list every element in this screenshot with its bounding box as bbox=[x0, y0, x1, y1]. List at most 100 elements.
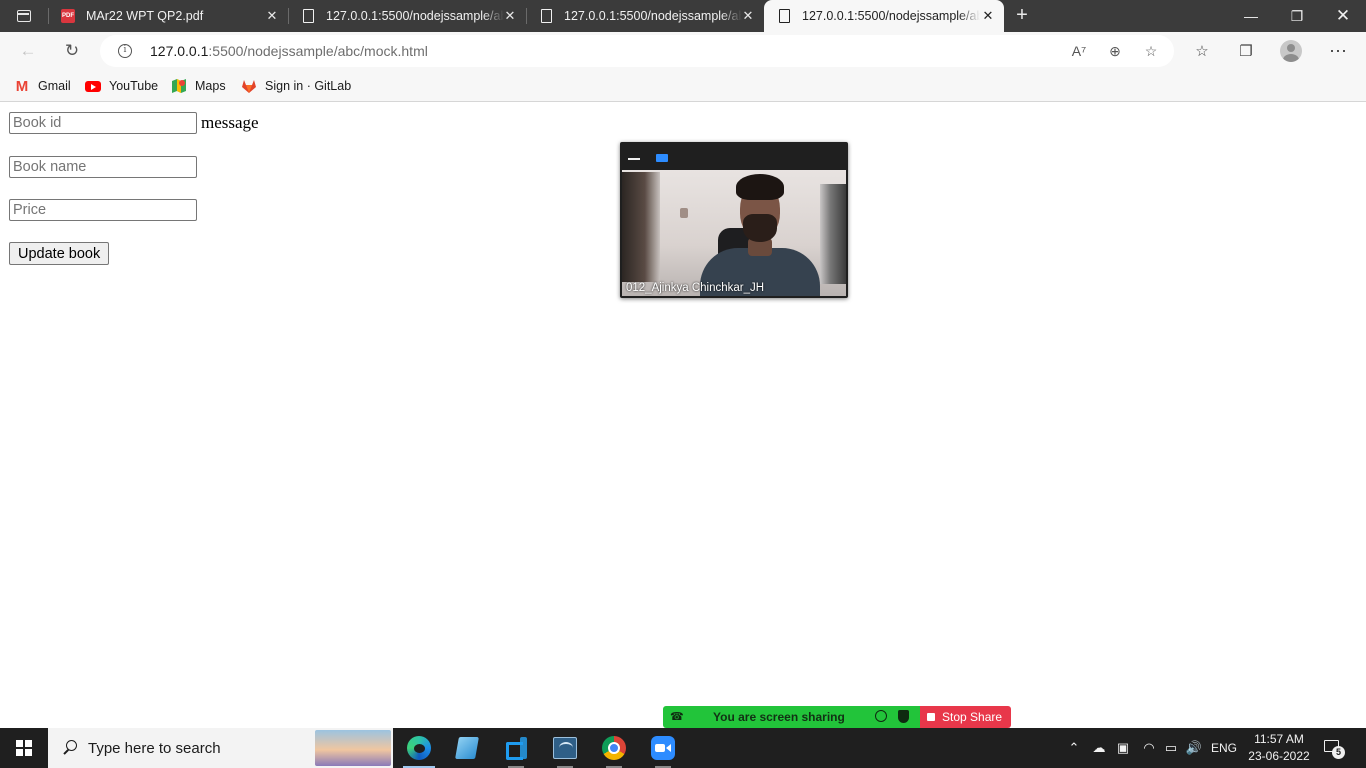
collections-icon[interactable]: ❐ bbox=[1236, 41, 1256, 61]
network-monitor-icon[interactable]: ▣ bbox=[1112, 728, 1134, 768]
address-bar[interactable]: i 127.0.0.1:5500/nodejssample/abc/mock.h… bbox=[100, 35, 1174, 67]
book-name-input[interactable] bbox=[9, 156, 197, 178]
search-icon bbox=[62, 740, 78, 756]
favorite-maps[interactable]: Maps bbox=[171, 76, 226, 96]
document-icon bbox=[538, 8, 554, 24]
tab-mock-1[interactable]: 127.0.0.1:5500/nodejssample/abc/mock.htm… bbox=[288, 0, 526, 32]
video-call-window[interactable]: 012_Ajinkya Chinchkar_JH bbox=[620, 142, 848, 298]
read-aloud-icon[interactable]: A⁷ bbox=[1069, 41, 1089, 61]
youtube-icon bbox=[85, 78, 101, 94]
close-icon[interactable]: ✕ bbox=[502, 8, 518, 24]
favorite-label: YouTube bbox=[109, 79, 159, 93]
document-icon bbox=[300, 8, 316, 24]
url-text[interactable]: 127.0.0.1:5500/nodejssample/abc/mock.htm… bbox=[150, 43, 428, 59]
site-info-icon[interactable]: i bbox=[118, 44, 132, 58]
favorites-icon[interactable]: ☆ bbox=[1192, 41, 1212, 61]
show-hidden-icons[interactable]: ⌃ bbox=[1064, 728, 1084, 768]
taskbar-edge[interactable] bbox=[395, 728, 443, 768]
video-background bbox=[680, 208, 688, 218]
book-id-input[interactable] bbox=[9, 112, 197, 134]
participant-figure bbox=[736, 174, 784, 200]
tab-pdf[interactable]: PDF MAr22 WPT QP2.pdf ✕ bbox=[48, 0, 288, 32]
pdf-icon: PDF bbox=[60, 8, 76, 24]
tab-title: MAr22 WPT QP2.pdf bbox=[86, 9, 204, 23]
new-tab-button[interactable]: + bbox=[1010, 4, 1034, 28]
url-host: 127.0.0.1 bbox=[150, 43, 209, 59]
notepad-icon bbox=[455, 737, 479, 759]
update-book-button[interactable]: Update book bbox=[9, 242, 110, 265]
favorite-label: Maps bbox=[195, 79, 226, 93]
taskbar-vscode[interactable] bbox=[492, 728, 540, 768]
taskbar-notepad[interactable] bbox=[443, 728, 491, 768]
favorites-bar: M Gmail YouTube Maps Sign in · GitLab bbox=[0, 70, 1366, 102]
participant-name: 012_Ajinkya Chinchkar_JH bbox=[626, 282, 765, 294]
tab-actions-button[interactable] bbox=[8, 5, 40, 27]
screen-share-status[interactable]: ☎ You are screen sharing bbox=[663, 706, 920, 728]
language-indicator[interactable]: ENG bbox=[1208, 728, 1240, 768]
participant-figure bbox=[743, 214, 777, 242]
browser-toolbar: ← ↻ i 127.0.0.1:5500/nodejssample/abc/mo… bbox=[0, 32, 1366, 70]
edge-icon bbox=[407, 736, 431, 760]
clock-time: 11:57 AM bbox=[1254, 732, 1304, 746]
gitlab-icon bbox=[241, 78, 257, 94]
close-icon[interactable]: ✕ bbox=[980, 8, 996, 24]
taskbar-chrome[interactable] bbox=[590, 728, 638, 768]
video-toolbar bbox=[620, 142, 848, 170]
onedrive-icon[interactable]: ☁ bbox=[1088, 728, 1110, 768]
favorite-gitlab[interactable]: Sign in · GitLab bbox=[241, 76, 351, 96]
start-button[interactable] bbox=[0, 728, 48, 768]
clock[interactable]: 11:57 AM 23-06-2022 bbox=[1244, 731, 1314, 765]
add-favorite-icon[interactable]: ☆ bbox=[1141, 41, 1161, 61]
windows-icon bbox=[16, 740, 32, 756]
favorite-youtube[interactable]: YouTube bbox=[85, 76, 158, 96]
zoom-icon bbox=[651, 736, 675, 760]
taskbar-mysql[interactable] bbox=[541, 728, 589, 768]
screen-share-banner: ☎ You are screen sharing Stop Share bbox=[663, 706, 1011, 728]
price-input[interactable] bbox=[9, 199, 197, 221]
stop-share-label: Stop Share bbox=[942, 710, 1003, 724]
screen-share-text: You are screen sharing bbox=[713, 710, 845, 724]
tab-title: 127.0.0.1:5500/nodejssample/abc/mock.htm… bbox=[802, 9, 980, 23]
tab-mock-active[interactable]: 127.0.0.1:5500/nodejssample/abc/mock.htm… bbox=[764, 0, 1004, 32]
tab-mock-2[interactable]: 127.0.0.1:5500/nodejssample/abc/mock.htm… bbox=[526, 0, 764, 32]
back-button[interactable]: ← bbox=[14, 37, 42, 65]
phone-icon: ☎ bbox=[670, 711, 684, 723]
document-icon bbox=[776, 8, 792, 24]
gmail-icon: M bbox=[15, 77, 29, 95]
tab-strip: PDF MAr22 WPT QP2.pdf ✕ 127.0.0.1:5500/n… bbox=[0, 0, 1366, 32]
maps-icon bbox=[171, 78, 187, 94]
minimize-button[interactable]: — bbox=[1228, 0, 1274, 32]
minimize-video-icon[interactable] bbox=[628, 158, 640, 160]
restore-button[interactable]: ❐ bbox=[1274, 0, 1320, 32]
tab-separator bbox=[48, 8, 49, 24]
more-menu-icon[interactable]: ⋯ bbox=[1328, 41, 1348, 61]
participant-video bbox=[622, 170, 846, 296]
search-placeholder: Type here to search bbox=[88, 739, 221, 757]
tab-title: 127.0.0.1:5500/nodejssample/abc/mock.htm… bbox=[326, 9, 504, 23]
stop-icon bbox=[927, 713, 935, 721]
close-icon[interactable]: ✕ bbox=[740, 8, 756, 24]
favorite-gmail[interactable]: M Gmail bbox=[14, 76, 71, 96]
volume-icon[interactable]: 🔊 bbox=[1183, 728, 1205, 768]
zoom-icon[interactable]: ⊕ bbox=[1105, 41, 1125, 61]
url-path: :5500/nodejssample/abc/mock.html bbox=[208, 43, 428, 59]
profile-avatar[interactable] bbox=[1280, 40, 1302, 62]
info-icon[interactable] bbox=[875, 710, 887, 722]
notification-count: 5 bbox=[1332, 746, 1345, 759]
notifications-button[interactable]: 5 bbox=[1322, 738, 1345, 759]
shield-icon[interactable] bbox=[898, 710, 909, 723]
wifi-icon[interactable]: ◠ bbox=[1138, 728, 1160, 768]
vscode-icon bbox=[505, 737, 527, 760]
video-view-icon[interactable] bbox=[656, 154, 668, 162]
refresh-button[interactable]: ↻ bbox=[58, 37, 86, 65]
search-highlight-image[interactable] bbox=[315, 730, 391, 766]
close-icon[interactable]: ✕ bbox=[264, 8, 280, 24]
taskbar-search[interactable]: Type here to search bbox=[48, 728, 393, 768]
battery-icon[interactable]: ▭ bbox=[1160, 728, 1182, 768]
favorite-label: Gmail bbox=[38, 79, 71, 93]
close-window-button[interactable]: ✕ bbox=[1320, 0, 1366, 32]
stop-share-button[interactable]: Stop Share bbox=[920, 706, 1011, 728]
taskbar-zoom[interactable] bbox=[639, 728, 687, 768]
mysql-workbench-icon bbox=[553, 737, 577, 759]
tab-separator bbox=[526, 8, 527, 24]
